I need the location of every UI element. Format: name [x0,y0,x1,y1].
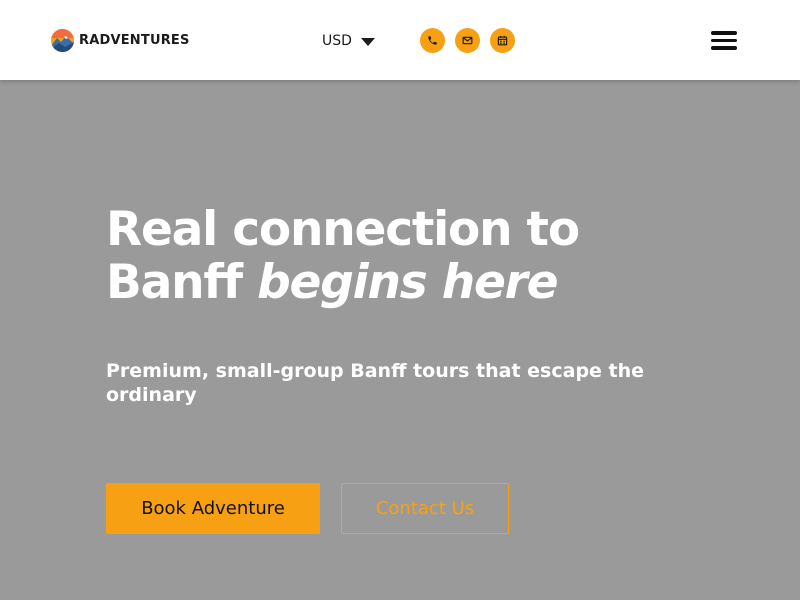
logo-mountain-icon [51,29,74,52]
site-header: RADVENTURES USD [0,0,800,80]
headline-line-2-italic: begins here [257,255,558,310]
phone-button[interactable] [420,28,445,53]
hero-section: Real connection to Banff begins here Prem… [0,80,800,600]
contact-icons [420,28,515,53]
brand-name: RADVENTURES [79,33,190,48]
email-icon [462,36,473,45]
currency-selector[interactable]: USD [322,33,375,49]
book-adventure-button[interactable]: Book Adventure [106,483,320,534]
caret-down-icon [360,38,375,46]
headline-line-2-plain: Banff [106,255,243,310]
calendar-button[interactable] [490,28,515,53]
menu-bar [711,46,737,50]
phone-icon [428,36,437,45]
contact-us-button[interactable]: Contact Us [341,483,509,534]
menu-bar [711,31,737,35]
hero-headline: Real connection to Banff begins here [106,202,580,310]
menu-bar [711,38,737,42]
currency-label: USD [322,33,352,49]
calendar-icon [497,35,508,46]
hero-subheadline: Premium, small-group Banff tours that es… [106,360,645,406]
email-button[interactable] [455,28,480,53]
headline-line-1: Real connection to [106,202,580,257]
hamburger-menu-icon[interactable] [711,31,737,50]
brand-logo[interactable]: RADVENTURES [51,29,190,52]
